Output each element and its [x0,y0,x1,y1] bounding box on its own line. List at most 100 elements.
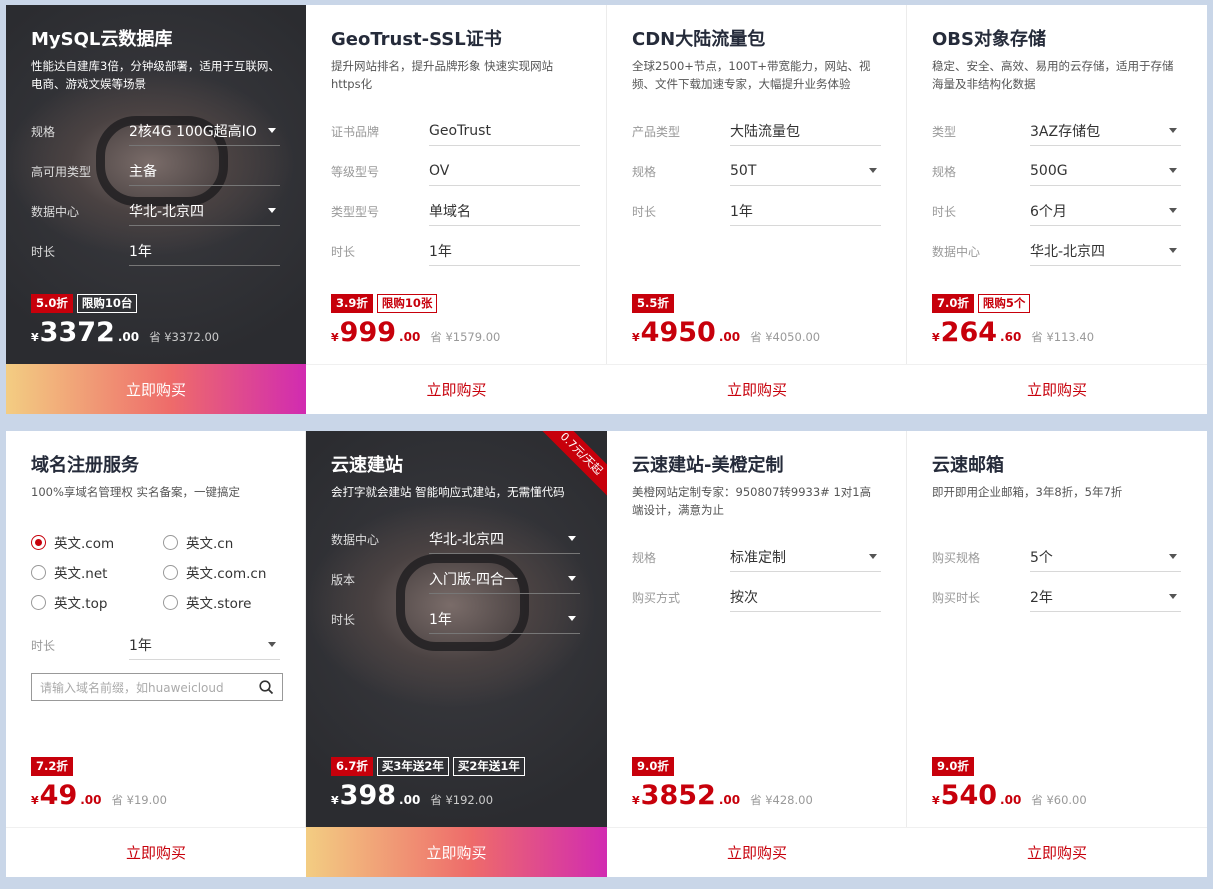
spec-select[interactable]: 标准定制 [730,542,881,572]
discount-badge: 6.7折 [331,757,373,776]
card-description: 提升网站排名，提升品牌形象 快速实现网站https化 [331,59,554,91]
option-label: 规格 [632,550,657,565]
chevron-down-icon [1169,594,1177,599]
discount-badge: 3.9折 [331,294,373,313]
option-row-spec: 规格 500G [932,151,1182,191]
savings-text: 省 ¥3372.00 [149,330,220,344]
option-row-type: 类型型号 单域名 [331,191,582,231]
option-label: 证书品牌 [331,124,380,139]
price-value: 540 [940,780,998,811]
card-title: GeoTrust-SSL证书 [331,29,502,50]
radio-net[interactable]: 英文.net [31,563,163,582]
option-row-type: 类型 3AZ存储包 [932,111,1182,151]
duration-select[interactable]: 2年 [1030,582,1181,612]
buy-now-button[interactable]: 立即购买 [907,827,1207,877]
buy-now-button[interactable]: 立即购买 [306,364,607,414]
price-value: 264 [940,317,998,348]
chevron-down-icon [869,168,877,173]
product-card-obs: OBS对象存储 稳定、安全、高效、易用的云存储，适用于存储海量及非结构化数据 类… [907,5,1207,414]
price-block: 6.7折 买3年送2年 买2年送1年 ¥398.00 省 ¥192.00 [331,757,525,811]
currency-symbol: ¥ [932,331,940,344]
chevron-down-icon [568,576,576,581]
buy-now-button[interactable]: 立即购买 [306,827,607,877]
radio-store[interactable]: 英文.store [163,593,283,612]
price-decimal: .00 [718,793,741,807]
price-decimal: .60 [1000,330,1022,344]
domain-search-input[interactable]: 请输入域名前缀，如huaweicloud [31,673,283,701]
price-decimal: .00 [1000,793,1022,807]
option-label: 时长 [31,638,56,653]
card-description: 稳定、安全、高效、易用的云存储，适用于存储海量及非结构化数据 [932,59,1174,91]
radio-top[interactable]: 英文.top [31,593,163,612]
discount-badge: 9.0折 [632,757,674,776]
buy-now-button[interactable]: 立即购买 [6,827,306,877]
limit-badge: 限购10张 [376,294,438,313]
spec-select[interactable]: 2核4G 100G超高IO [129,116,280,146]
option-label: 等级型号 [331,164,380,179]
buy-now-button[interactable]: 立即购买 [607,364,907,414]
radio-icon [31,594,46,610]
option-row-duration: 购买时长 2年 [932,577,1182,617]
buy-now-button[interactable]: 立即购买 [907,364,1207,414]
radio-cn[interactable]: 英文.cn [163,533,283,552]
card-description: 会打字就会建站 智能响应式建站，无需懂代码 [331,485,565,499]
edition-select[interactable]: 入门版-四合一 [429,564,580,594]
currency-symbol: ¥ [31,794,39,807]
domain-suffix-radio-group: 英文.com 英文.cn 英文.net 英文.com.cn 英文.top 英文.… [31,533,283,612]
card-title: 域名注册服务 [31,455,139,476]
option-label: 数据中心 [31,204,80,219]
option-row-level: 等级型号 OV [331,151,582,191]
price-decimal: .00 [399,330,421,344]
chevron-down-icon [1169,208,1177,213]
datacenter-select[interactable]: 华北-北京四 [129,196,280,226]
card-description: 即开即用企业邮箱，3年8折，5年7折 [932,485,1123,499]
price-decimal: .00 [399,793,421,807]
price-value: 398 [339,780,397,811]
buy-now-button[interactable]: 立即购买 [607,827,907,877]
discount-badge: 7.0折 [932,294,974,313]
buy-now-button[interactable]: 立即购买 [6,364,306,414]
option-row-duration: 时长 6个月 [932,191,1182,231]
option-label: 购买时长 [932,590,981,605]
spec-select[interactable]: 5个 [1030,542,1181,572]
product-card-domain: 域名注册服务 100%享域名管理权 实名备案，一键搞定 英文.com 英文.cn… [6,431,306,877]
option-label: 高可用类型 [31,164,92,179]
currency-symbol: ¥ [932,794,940,807]
spec-select[interactable]: 500G [1030,156,1181,186]
card-title: CDN大陆流量包 [632,29,766,50]
level-value: OV [429,156,580,186]
radio-com[interactable]: 英文.com [31,533,163,552]
option-row-spec: 规格 50T [632,151,882,191]
price-value: 49 [39,780,78,811]
purchase-method-value: 按次 [730,582,881,612]
promo-badge: 买2年送1年 [452,757,525,776]
type-select[interactable]: 3AZ存储包 [1030,116,1181,146]
option-label: 规格 [31,124,56,139]
option-row-duration: 时长 1年 [632,191,882,231]
option-label: 购买规格 [932,550,981,565]
radio-com-cn[interactable]: 英文.com.cn [163,563,283,582]
option-label: 产品类型 [632,124,681,139]
option-label: 购买方式 [632,590,681,605]
price-decimal: .00 [718,330,741,344]
datacenter-select[interactable]: 华北-北京四 [429,524,580,554]
price-block: 5.0折 限购10台 ¥3372.00 省 ¥3372.00 [31,294,219,348]
chevron-down-icon [568,616,576,621]
card-description: 性能达自建库3倍，分钟级部署，适用于互联网、电商、游戏文娱等场景 [31,59,280,91]
savings-text: 省 ¥19.00 [111,793,167,807]
price-block: 9.0折 ¥540.00 省 ¥60.00 [932,757,1087,811]
duration-select[interactable]: 1年 [429,604,580,634]
datacenter-select[interactable]: 华北-北京四 [1030,236,1181,266]
savings-text: 省 ¥113.40 [1031,330,1095,344]
price-block: 7.0折 限购5个 ¥264.60 省 ¥113.40 [932,294,1094,348]
duration-select[interactable]: 1年 [129,630,280,660]
currency-symbol: ¥ [331,331,339,344]
spec-select[interactable]: 50T [730,156,881,186]
duration-select[interactable]: 6个月 [1030,196,1181,226]
option-label: 时长 [932,204,957,219]
card-title: 云速邮箱 [932,455,1004,476]
currency-symbol: ¥ [632,331,640,344]
discount-badge: 5.0折 [31,294,73,313]
chevron-down-icon [268,128,276,133]
search-icon[interactable] [259,679,274,695]
